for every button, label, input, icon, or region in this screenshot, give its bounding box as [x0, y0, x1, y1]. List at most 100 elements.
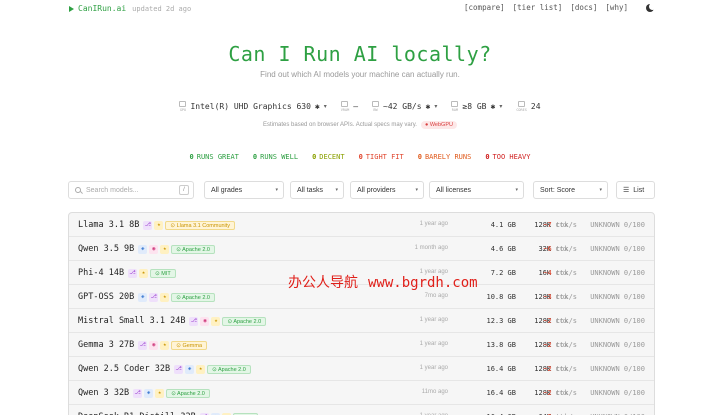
nav-why[interactable]: [why]: [605, 3, 628, 12]
specs-note: Estimates based on browser APIs. Actual …: [0, 121, 720, 129]
search-input[interactable]: Search models... /: [68, 181, 194, 199]
gpu-spec[interactable]: GPU Intel(R) UHD Graphics 630 ✱ ▾: [179, 101, 327, 112]
tokens-per-second: ~7 tok/s: [543, 221, 577, 229]
status-score: UNKNOWN 0/100: [590, 269, 645, 277]
cpu-icon: CORES: [516, 101, 527, 112]
page-subtitle: Find out which AI models your machine ca…: [260, 70, 460, 79]
chevron-down-icon: ▾: [599, 187, 602, 193]
models-table: Llama 3.1 8B ⎇ ★ ⊙ Llama 3.1 Community 1 yea…: [68, 212, 655, 415]
tasks-select[interactable]: All tasks ▾: [290, 181, 344, 199]
filter-bar: Search models... / All grades ▾ All tasks…: [68, 181, 655, 199]
bandwidth-spec[interactable]: BW ~42 GB/s ✱ ▾: [372, 101, 437, 112]
brand[interactable]: CanIRun.ai updated 2d ago: [69, 4, 191, 13]
model-name[interactable]: Phi-4 14B: [78, 268, 124, 278]
updated-label: updated 2d ago: [132, 4, 192, 13]
capability-icon: ◈: [138, 292, 148, 302]
model-size: 4.6 GB: [490, 245, 516, 253]
table-row[interactable]: Qwen 3 32B ⎇ ◈ ★ ⊙ Apache 2.0 11mo ago 16.4 GB…: [69, 381, 654, 405]
chevron-down-icon: ▾: [499, 104, 503, 110]
vram-spec[interactable]: VRAM –: [341, 101, 358, 112]
capability-icon: ⎇: [133, 388, 143, 398]
chevron-down-icon: ▾: [335, 187, 338, 193]
bandwidth-icon: BW: [372, 101, 380, 112]
gpu-icon: GPU: [179, 101, 187, 112]
capability-icon: ⎇: [128, 268, 138, 278]
edit-icon: ✱: [490, 102, 496, 111]
model-size: 12.3 GB: [486, 317, 516, 325]
table-row[interactable]: Llama 3.1 8B ⎇ ★ ⊙ Llama 3.1 Community 1 yea…: [69, 213, 654, 237]
table-row[interactable]: Gemma 3 27B ⎇ ◉ ★ ⊙ Gemma 1 year ago 13.8 GB 12…: [69, 333, 654, 357]
vram-value: –: [353, 102, 359, 111]
capability-icon: ◈: [144, 388, 154, 398]
view-toggle[interactable]: ☰ List: [616, 181, 655, 199]
status-score: UNKNOWN 0/100: [590, 293, 645, 301]
status-score: UNKNOWN 0/100: [590, 389, 645, 397]
nav-tier-list[interactable]: [tier list]: [513, 3, 563, 12]
license-badge: ⊙ Apache 2.0: [171, 244, 215, 254]
ram-spec[interactable]: RAM ≥8 GB ✱ ▾: [451, 101, 502, 112]
legend-barely-runs: 0 BARELY RUNS: [417, 153, 472, 161]
chevron-down-icon: ▾: [515, 187, 518, 193]
model-size: 16.4 GB: [486, 389, 516, 397]
table-row[interactable]: Qwen 3.5 9B ◈ ◉ ★ ⊙ Apache 2.0 1 month ago 4.6…: [69, 237, 654, 261]
model-name[interactable]: Llama 3.1 8B: [78, 220, 139, 230]
gpu-value: Intel(R) UHD Graphics 630: [190, 102, 311, 111]
capability-icon: ⎇: [149, 292, 159, 302]
cores-spec: CORES 24: [516, 101, 541, 112]
table-row[interactable]: Mistral Small 3.1 24B ⎇ ◉ ★ ⊙ Apache 2.0 1 ye…: [69, 309, 654, 333]
tokens-per-second: ~2 tok/s: [543, 389, 577, 397]
capability-icon: ★: [160, 340, 170, 350]
model-name[interactable]: Qwen 2.5 Coder 32B: [78, 364, 170, 374]
tokens-per-second: ~2 tok/s: [543, 365, 577, 373]
search-shortcut-hint: /: [179, 185, 189, 195]
capability-icon: ◈: [185, 364, 195, 374]
top-bar: CanIRun.ai updated 2d ago [compare] [tie…: [0, 0, 720, 18]
tokens-per-second: ~2 tok/s: [543, 317, 577, 325]
legend-runs-well: 0 RUNS WELL: [252, 153, 299, 161]
chevron-down-icon: ▾: [275, 187, 278, 193]
chevron-down-icon: ▾: [415, 187, 418, 193]
sort-select[interactable]: Sort: Score ▾: [533, 181, 608, 199]
model-name[interactable]: Qwen 3.5 9B: [78, 244, 134, 254]
capability-icon: ◉: [200, 316, 210, 326]
grades-select[interactable]: All grades ▾: [204, 181, 284, 199]
status-score: UNKNOWN 0/100: [590, 341, 645, 349]
search-icon: [75, 187, 81, 193]
status-score: UNKNOWN 0/100: [590, 317, 645, 325]
status-score: UNKNOWN 0/100: [590, 365, 645, 373]
page-title: Can I Run AI locally?: [228, 42, 492, 66]
nav-docs[interactable]: [docs]: [570, 3, 597, 12]
dark-mode-icon[interactable]: [646, 2, 656, 12]
license-badge: ⊙ Llama 3.1 Community: [165, 220, 236, 230]
model-size: 7.2 GB: [490, 269, 516, 277]
edit-icon: ✱: [425, 102, 431, 111]
capability-icon: ★: [154, 220, 164, 230]
capability-icon: ★: [211, 316, 221, 326]
model-size: 4.1 GB: [490, 221, 516, 229]
cores-value: 24: [530, 102, 541, 111]
status-score: UNKNOWN 0/100: [590, 221, 645, 229]
tokens-per-second: ~2 tok/s: [543, 341, 577, 349]
model-name[interactable]: Gemma 3 27B: [78, 340, 134, 350]
grade-legend: 0 RUNS GREAT 0 RUNS WELL 0 DECENT 0 TIGHT FI…: [0, 153, 720, 161]
model-name[interactable]: Qwen 3 32B: [78, 388, 129, 398]
table-row[interactable]: DeepSeek R1 Distill 32B⎇◈★⊙ MIT1 year ag…: [69, 405, 654, 415]
nav-compare[interactable]: [compare]: [464, 3, 505, 12]
licenses-select[interactable]: All licenses ▾: [429, 181, 524, 199]
providers-select[interactable]: All providers ▾: [350, 181, 424, 199]
capability-icon: ★: [160, 244, 170, 254]
tokens-per-second: ~4 tok/s: [543, 269, 577, 277]
model-name[interactable]: GPT-OSS 20B: [78, 292, 134, 302]
table-row[interactable]: Qwen 2.5 Coder 32B ⎇ ◈ ★ ⊙ Apache 2.0 1 year …: [69, 357, 654, 381]
license-badge: ⊙ Apache 2.0: [171, 292, 215, 302]
chevron-down-icon: ▾: [323, 104, 327, 110]
brand-name[interactable]: CanIRun.ai: [78, 4, 126, 13]
release-age: 1 month ago: [414, 245, 448, 251]
model-size: 10.8 GB: [486, 293, 516, 301]
play-icon: [69, 5, 74, 12]
hardware-specs: GPU Intel(R) UHD Graphics 630 ✱ ▾ VRAM –…: [0, 101, 720, 112]
ram-icon: RAM: [451, 101, 459, 112]
legend-decent: 0 DECENT: [312, 153, 345, 161]
model-name[interactable]: Mistral Small 3.1 24B: [78, 316, 185, 326]
list-icon: ☰: [623, 187, 630, 194]
